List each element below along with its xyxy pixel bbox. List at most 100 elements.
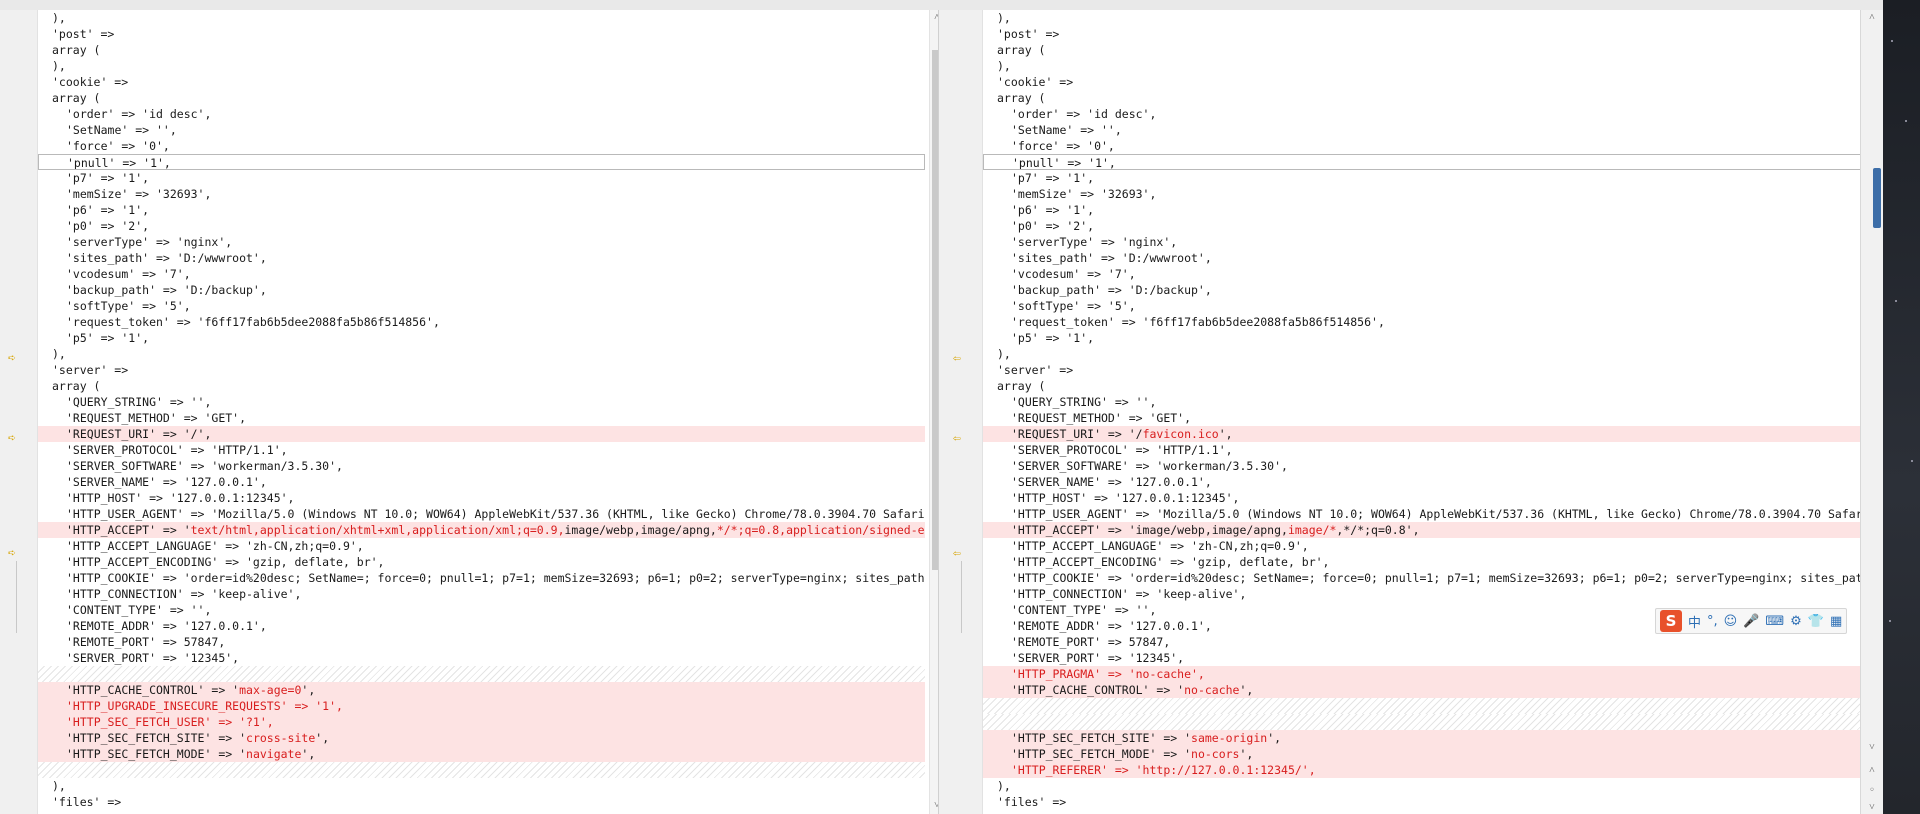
code-line[interactable]: 'HTTP_CONNECTION' => 'keep-alive',	[983, 586, 1863, 602]
code-line[interactable]: 'p7' => '1',	[38, 170, 925, 186]
code-line[interactable]: 'order' => 'id desc',	[983, 106, 1863, 122]
code-line[interactable]: 'CONTENT_TYPE' => '',	[38, 602, 925, 618]
code-line[interactable]: array (	[38, 42, 925, 58]
code-line[interactable]: 'HTTP_ACCEPT_ENCODING' => 'gzip, deflate…	[983, 554, 1863, 570]
code-line[interactable]: 'memSize' => '32693',	[983, 186, 1863, 202]
code-line[interactable]: 'HTTP_USER_AGENT' => 'Mozilla/5.0 (Windo…	[983, 506, 1863, 522]
code-line[interactable]: ),	[38, 10, 925, 26]
right-code-view[interactable]: ), 'post' => array (), 'cookie' => array ('o…	[983, 10, 1863, 814]
ime-keyboard-icon[interactable]: ⌨	[1765, 614, 1784, 629]
code-line[interactable]: 'HTTP_COOKIE' => 'order=id%20desc; SetNa…	[38, 570, 925, 586]
diff-changed-row[interactable]: 'HTTP_ACCEPT' => 'text/html,application/…	[38, 522, 925, 538]
diff-changed-row[interactable]: 'REQUEST_URI' => '/favicon.ico',	[983, 426, 1863, 442]
diff-changed-row[interactable]: 'HTTP_CACHE_CONTROL' => 'max-age=0',	[38, 682, 925, 698]
code-line[interactable]: 'p0' => '2',	[983, 218, 1863, 234]
code-line[interactable]: 'REMOTE_PORT' => 57847,	[38, 634, 925, 650]
code-line[interactable]: 'backup_path' => 'D:/backup',	[38, 282, 925, 298]
code-line[interactable]: 'SERVER_PROTOCOL' => 'HTTP/1.1',	[983, 442, 1863, 458]
code-line[interactable]: 'p0' => '2',	[38, 218, 925, 234]
code-line[interactable]: 'REMOTE_PORT' => 57847,	[983, 634, 1863, 650]
code-line[interactable]: 'cookie' =>	[38, 74, 925, 90]
code-line[interactable]: 'HTTP_ACCEPT_LANGUAGE' => 'zh-CN,zh;q=0.…	[983, 538, 1863, 554]
code-line[interactable]: array (	[983, 378, 1863, 394]
left-diff-pane[interactable]: ➪ ➪ ➪ ), 'post' => array (), 'cookie' => arr…	[0, 10, 944, 814]
diff-changed-row[interactable]: 'REQUEST_URI' => '/',	[38, 426, 925, 442]
chevron-down-icon[interactable]: ˅	[1865, 802, 1879, 814]
diff-changed-row[interactable]: 'HTTP_REFERER' => 'http://127.0.0.1:1234…	[983, 762, 1863, 778]
code-line[interactable]: 'vcodesum' => '7',	[38, 266, 925, 282]
diff-changed-row[interactable]: 'HTTP_SEC_FETCH_SITE' => 'cross-site',	[38, 730, 925, 746]
code-line[interactable]: 'serverType' => 'nginx',	[38, 234, 925, 250]
chevron-up-icon[interactable]: ˄	[1865, 12, 1879, 24]
code-line[interactable]: 'SERVER_PORT' => '12345',	[983, 650, 1863, 666]
code-line[interactable]: array (	[38, 90, 925, 106]
diff-changed-row[interactable]: 'HTTP_SEC_FETCH_MODE' => 'no-cors',	[983, 746, 1863, 762]
code-line[interactable]: 'backup_path' => 'D:/backup',	[983, 282, 1863, 298]
code-line[interactable]: 'force' => '0',	[38, 138, 925, 154]
arrow-left-icon[interactable]: ⇦	[953, 432, 967, 445]
ime-microphone-icon[interactable]: 🎤	[1743, 614, 1759, 629]
code-line[interactable]: array (	[983, 90, 1863, 106]
code-line[interactable]: 'memSize' => '32693',	[38, 186, 925, 202]
diff-changed-row[interactable]: 'HTTP_CACHE_CONTROL' => 'no-cache',	[983, 682, 1863, 698]
code-line[interactable]: 'REQUEST_METHOD' => 'GET',	[38, 410, 925, 426]
code-line[interactable]: 'p6' => '1',	[38, 202, 925, 218]
code-line[interactable]: 'vcodesum' => '7',	[983, 266, 1863, 282]
code-line[interactable]: 'REQUEST_METHOD' => 'GET',	[983, 410, 1863, 426]
right-vertical-scrollbar[interactable]: ˄ ˅ ˄ ◦ ˅	[1860, 10, 1883, 814]
code-line[interactable]: 'SERVER_SOFTWARE' => 'workerman/3.5.30',	[38, 458, 925, 474]
code-line[interactable]: 'QUERY_STRING' => '',	[38, 394, 925, 410]
chevron-up-icon[interactable]: ˄	[1865, 765, 1879, 777]
code-line[interactable]: 'sites_path' => 'D:/wwwroot',	[983, 250, 1863, 266]
code-line[interactable]: ),	[983, 346, 1863, 362]
code-line[interactable]: 'HTTP_ACCEPT_ENCODING' => 'gzip, deflate…	[38, 554, 925, 570]
diff-changed-row[interactable]: 'HTTP_SEC_FETCH_USER' => '?1',	[38, 714, 925, 730]
code-line[interactable]: 'SERVER_NAME' => '127.0.0.1',	[983, 474, 1863, 490]
right-diff-pane[interactable]: ⇦ ⇦ ⇦ ), 'post' => array (), 'cookie' => arr…	[945, 10, 1882, 814]
code-line[interactable]: 'force' => '0',	[983, 138, 1863, 154]
chevron-down-icon[interactable]: ˅	[1865, 742, 1879, 754]
arrow-right-icon[interactable]: ➪	[8, 352, 22, 365]
code-line[interactable]: 'p6' => '1',	[983, 202, 1863, 218]
code-line[interactable]: 'SERVER_PROTOCOL' => 'HTTP/1.1',	[38, 442, 925, 458]
diff-changed-row[interactable]: 'pnull' => '1',	[38, 154, 925, 170]
arrow-right-icon[interactable]: ➪	[8, 432, 22, 445]
code-line[interactable]: ),	[38, 58, 925, 74]
arrow-right-icon[interactable]: ➪	[8, 547, 22, 560]
code-line[interactable]: 'QUERY_STRING' => '',	[983, 394, 1863, 410]
code-line[interactable]: 'SERVER_SOFTWARE' => 'workerman/3.5.30',	[983, 458, 1863, 474]
code-line[interactable]: 'post' =>	[38, 26, 925, 42]
code-line[interactable]: 'HTTP_ACCEPT_LANGUAGE' => 'zh-CN,zh;q=0.…	[38, 538, 925, 554]
code-line[interactable]: 'SERVER_NAME' => '127.0.0.1',	[38, 474, 925, 490]
diff-filler-row[interactable]	[38, 666, 925, 682]
diff-changed-row[interactable]: 'HTTP_SEC_FETCH_SITE' => 'same-origin',	[983, 730, 1863, 746]
code-line[interactable]: array (	[38, 378, 925, 394]
code-line[interactable]: 'request_token' => 'f6ff17fab6b5dee2088f…	[38, 314, 925, 330]
code-line[interactable]: 'HTTP_HOST' => '127.0.0.1:12345',	[983, 490, 1863, 506]
ime-chinese-mode[interactable]: 中	[1688, 612, 1701, 631]
code-line[interactable]: 'HTTP_COOKIE' => 'order=id%20desc; SetNa…	[983, 570, 1863, 586]
code-line[interactable]: 'post' =>	[983, 26, 1863, 42]
arrow-left-icon[interactable]: ⇦	[953, 352, 967, 365]
scroll-position-marker[interactable]	[1873, 168, 1881, 228]
diff-filler-row[interactable]	[983, 698, 1863, 714]
ime-punctuation-icon[interactable]: °,	[1707, 614, 1718, 629]
code-line[interactable]: 'HTTP_HOST' => '127.0.0.1:12345',	[38, 490, 925, 506]
code-line[interactable]: array (	[983, 42, 1863, 58]
code-line[interactable]: ),	[983, 10, 1863, 26]
ime-emoji-icon[interactable]: ☺	[1724, 614, 1738, 629]
code-line[interactable]: 'request_token' => 'f6ff17fab6b5dee2088f…	[983, 314, 1863, 330]
dot-icon[interactable]: ◦	[1865, 785, 1879, 797]
diff-filler-row[interactable]	[38, 762, 925, 778]
code-line[interactable]: 'SetName' => '',	[983, 122, 1863, 138]
ime-toolbox-icon[interactable]: ▦	[1830, 614, 1842, 629]
ime-settings-icon[interactable]: ⚙	[1790, 614, 1802, 629]
code-line[interactable]: 'files' =>	[38, 794, 925, 810]
code-line[interactable]: 'SERVER_PORT' => '12345',	[38, 650, 925, 666]
code-line[interactable]: ),	[38, 346, 925, 362]
code-line[interactable]: ),	[38, 778, 925, 794]
code-line[interactable]: 'softType' => '5',	[38, 298, 925, 314]
code-line[interactable]: 'p5' => '1',	[983, 330, 1863, 346]
diff-changed-row[interactable]: 'HTTP_PRAGMA' => 'no-cache',	[983, 666, 1863, 682]
diff-changed-row[interactable]: 'pnull' => '1',	[983, 154, 1863, 170]
